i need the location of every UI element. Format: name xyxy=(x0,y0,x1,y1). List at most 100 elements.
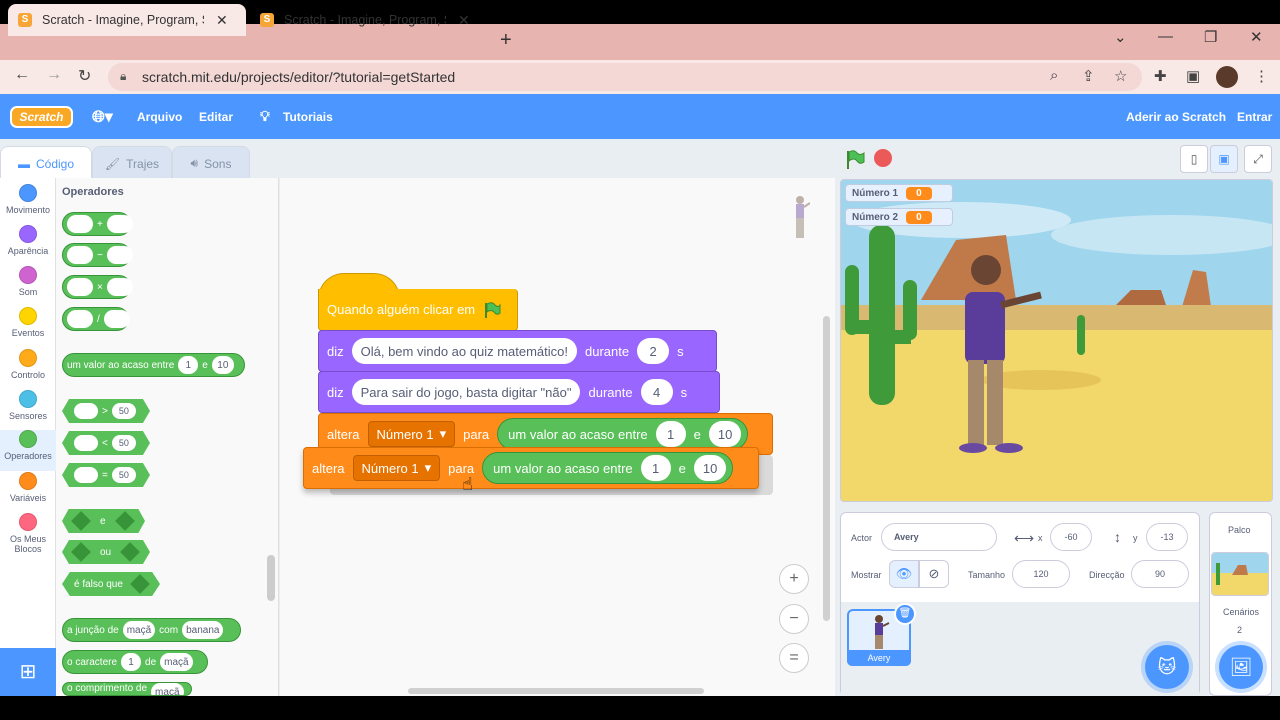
choose-backdrop-button[interactable]: 🖼︎ xyxy=(1219,645,1263,689)
bool-slot[interactable] xyxy=(114,511,135,531)
length-word-slot[interactable]: maçã xyxy=(151,683,184,695)
x-field[interactable]: -60 xyxy=(1050,523,1092,551)
message-slot[interactable]: Para sair do jogo, basta digitar "não" xyxy=(351,379,581,405)
tab-code[interactable]: ▬ Código xyxy=(0,146,92,180)
palette-length-block[interactable]: o comprimento de maçã xyxy=(62,682,192,696)
category-controlo[interactable]: Controlo xyxy=(0,349,56,390)
zoom-out-button[interactable]: − xyxy=(779,604,809,634)
category-sensores[interactable]: Sensores xyxy=(0,390,56,431)
sign-in-link[interactable]: Entrar xyxy=(1237,110,1272,124)
stage-canvas[interactable] xyxy=(840,179,1273,502)
category-som[interactable]: Som xyxy=(0,266,56,307)
palette-or-block[interactable]: ou xyxy=(62,540,150,564)
palette-and-block[interactable]: e xyxy=(62,509,145,533)
from-slot[interactable]: 1 xyxy=(640,455,671,481)
bool-slot[interactable] xyxy=(120,542,141,562)
delete-trash-icon[interactable]: 🗑︎ xyxy=(894,603,916,625)
palette-equals-block[interactable]: = 50 xyxy=(62,463,150,487)
operand-slot[interactable]: 50 xyxy=(111,403,136,419)
bool-slot[interactable] xyxy=(71,511,91,531)
when-flag-clicked-block[interactable]: Quando alguém clicar em xyxy=(318,289,518,331)
join-slot[interactable]: banana xyxy=(182,621,224,639)
palette-less-block[interactable]: <50 xyxy=(62,431,150,455)
url-text[interactable]: scratch.mit.edu/projects/editor/?tutoria… xyxy=(142,69,455,85)
workspace-horizontal-scrollbar[interactable] xyxy=(408,688,704,694)
variable-dropdown[interactable]: Número 1 ▾ xyxy=(367,421,456,447)
browser-menu-icon[interactable]: ⋮ xyxy=(1254,67,1269,85)
back-arrow-icon[interactable]: ← xyxy=(14,66,30,84)
from-slot[interactable]: 1 xyxy=(655,421,686,447)
category-aparência[interactable]: Aparência xyxy=(0,225,56,266)
tab-close-icon[interactable]: ✕ xyxy=(216,12,228,29)
to-slot[interactable]: 10 xyxy=(708,421,742,447)
operand-slot[interactable] xyxy=(106,246,133,264)
tab-search-icon[interactable]: ⌄ xyxy=(1114,28,1127,46)
to-slot[interactable]: 10 xyxy=(211,356,234,374)
operand-slot[interactable] xyxy=(74,467,98,483)
new-tab-button[interactable]: + xyxy=(500,29,512,52)
operand-slot[interactable] xyxy=(67,215,93,233)
forward-arrow-icon[interactable]: → xyxy=(46,66,62,84)
letter-index-slot[interactable]: 1 xyxy=(121,653,142,671)
language-globe-icon[interactable]: 🌐︎▾ xyxy=(92,107,113,127)
sprite-name-field[interactable]: Avery xyxy=(881,523,997,551)
from-slot[interactable]: 1 xyxy=(178,356,199,374)
tutorials-bulb-icon[interactable]: 💡︎ xyxy=(260,108,270,125)
palette-join-block[interactable]: a junção de maçã com banana xyxy=(62,618,241,642)
category-operadores[interactable]: Operadores xyxy=(0,430,56,471)
operand-slot[interactable] xyxy=(103,310,130,328)
palette-random-block[interactable]: um valor ao acaso entre 1 e 10 xyxy=(62,353,245,377)
operand-slot[interactable] xyxy=(67,246,93,264)
restore-button[interactable]: ❐ xyxy=(1204,28,1217,46)
random-reporter[interactable]: um valor ao acaso entre 1 e 10 xyxy=(482,452,734,484)
zoom-in-button[interactable]: + xyxy=(779,564,809,594)
operand-slot[interactable] xyxy=(106,278,133,296)
browser-tab[interactable]: S Scratch - Imagine, Program, Share ✕ xyxy=(250,4,488,36)
scratch-logo[interactable]: Scratch xyxy=(10,106,73,128)
palette-divide-block[interactable]: / xyxy=(62,307,130,331)
lock-icon[interactable]: 🔒︎ xyxy=(120,69,126,84)
stop-sign-icon[interactable] xyxy=(874,149,892,167)
add-extension-button[interactable]: ⊞ xyxy=(0,648,56,696)
message-slot[interactable]: Olá, bem vindo ao quiz matemático! xyxy=(351,338,578,364)
palette-multiply-block[interactable]: × xyxy=(62,275,133,299)
menu-tutorials[interactable]: Tutoriais xyxy=(283,110,333,124)
operand-slot[interactable] xyxy=(106,215,133,233)
operand-slot[interactable]: 50 xyxy=(111,435,136,451)
normal-stage-button[interactable]: ▣ xyxy=(1210,145,1238,173)
say-block-1[interactable]: diz Olá, bem vindo ao quiz matemático! d… xyxy=(318,330,717,372)
seconds-slot[interactable]: 2 xyxy=(637,338,670,364)
bookmark-star-icon[interactable]: ☆ xyxy=(1114,67,1127,85)
hide-eye-icon[interactable]: ⊘ xyxy=(919,560,949,588)
palette-greater-block[interactable]: >50 xyxy=(62,399,150,423)
tab-costumes[interactable]: 🖌︎ Trajes xyxy=(92,146,172,180)
workspace-vertical-scrollbar[interactable] xyxy=(823,316,830,621)
operand-slot[interactable] xyxy=(74,435,98,451)
operand-slot[interactable]: 50 xyxy=(111,467,136,483)
small-stage-button[interactable]: ▯ xyxy=(1180,145,1208,173)
category-eventos[interactable]: Eventos xyxy=(0,307,56,348)
zoom-reset-button[interactable]: = xyxy=(779,643,809,673)
palette-subtract-block[interactable]: − xyxy=(62,243,133,267)
tab-sounds[interactable]: 🔊︎ Sons xyxy=(172,146,250,180)
profile-avatar[interactable] xyxy=(1216,66,1238,88)
y-field[interactable]: -13 xyxy=(1146,523,1188,551)
size-field[interactable]: 120 xyxy=(1012,560,1070,588)
join-scratch-link[interactable]: Aderir ao Scratch xyxy=(1126,110,1226,124)
operand-slot[interactable] xyxy=(74,403,98,419)
sprite-tile-name[interactable]: Avery xyxy=(847,650,911,666)
say-block-2[interactable]: diz Para sair do jogo, basta digitar "nã… xyxy=(318,371,720,413)
backdrop-thumbnail[interactable] xyxy=(1211,552,1269,596)
category-movimento[interactable]: Movimento xyxy=(0,184,56,225)
category-os-meus-blocos[interactable]: Os Meus Blocos xyxy=(0,513,56,554)
seconds-slot[interactable]: 4 xyxy=(640,379,673,405)
letter-word-slot[interactable]: maçã xyxy=(160,653,193,671)
menu-edit[interactable]: Editar xyxy=(199,110,233,124)
direction-field[interactable]: 90 xyxy=(1131,560,1189,588)
operand-slot[interactable] xyxy=(67,310,93,328)
browser-tab-active[interactable]: S Scratch - Imagine, Program, Share ✕ xyxy=(8,4,246,36)
operand-slot[interactable] xyxy=(67,278,93,296)
close-window-button[interactable]: ✕ xyxy=(1250,28,1263,46)
palette-letter-of-block[interactable]: o caractere 1 de maçã xyxy=(62,650,208,674)
bool-slot[interactable] xyxy=(130,574,150,594)
